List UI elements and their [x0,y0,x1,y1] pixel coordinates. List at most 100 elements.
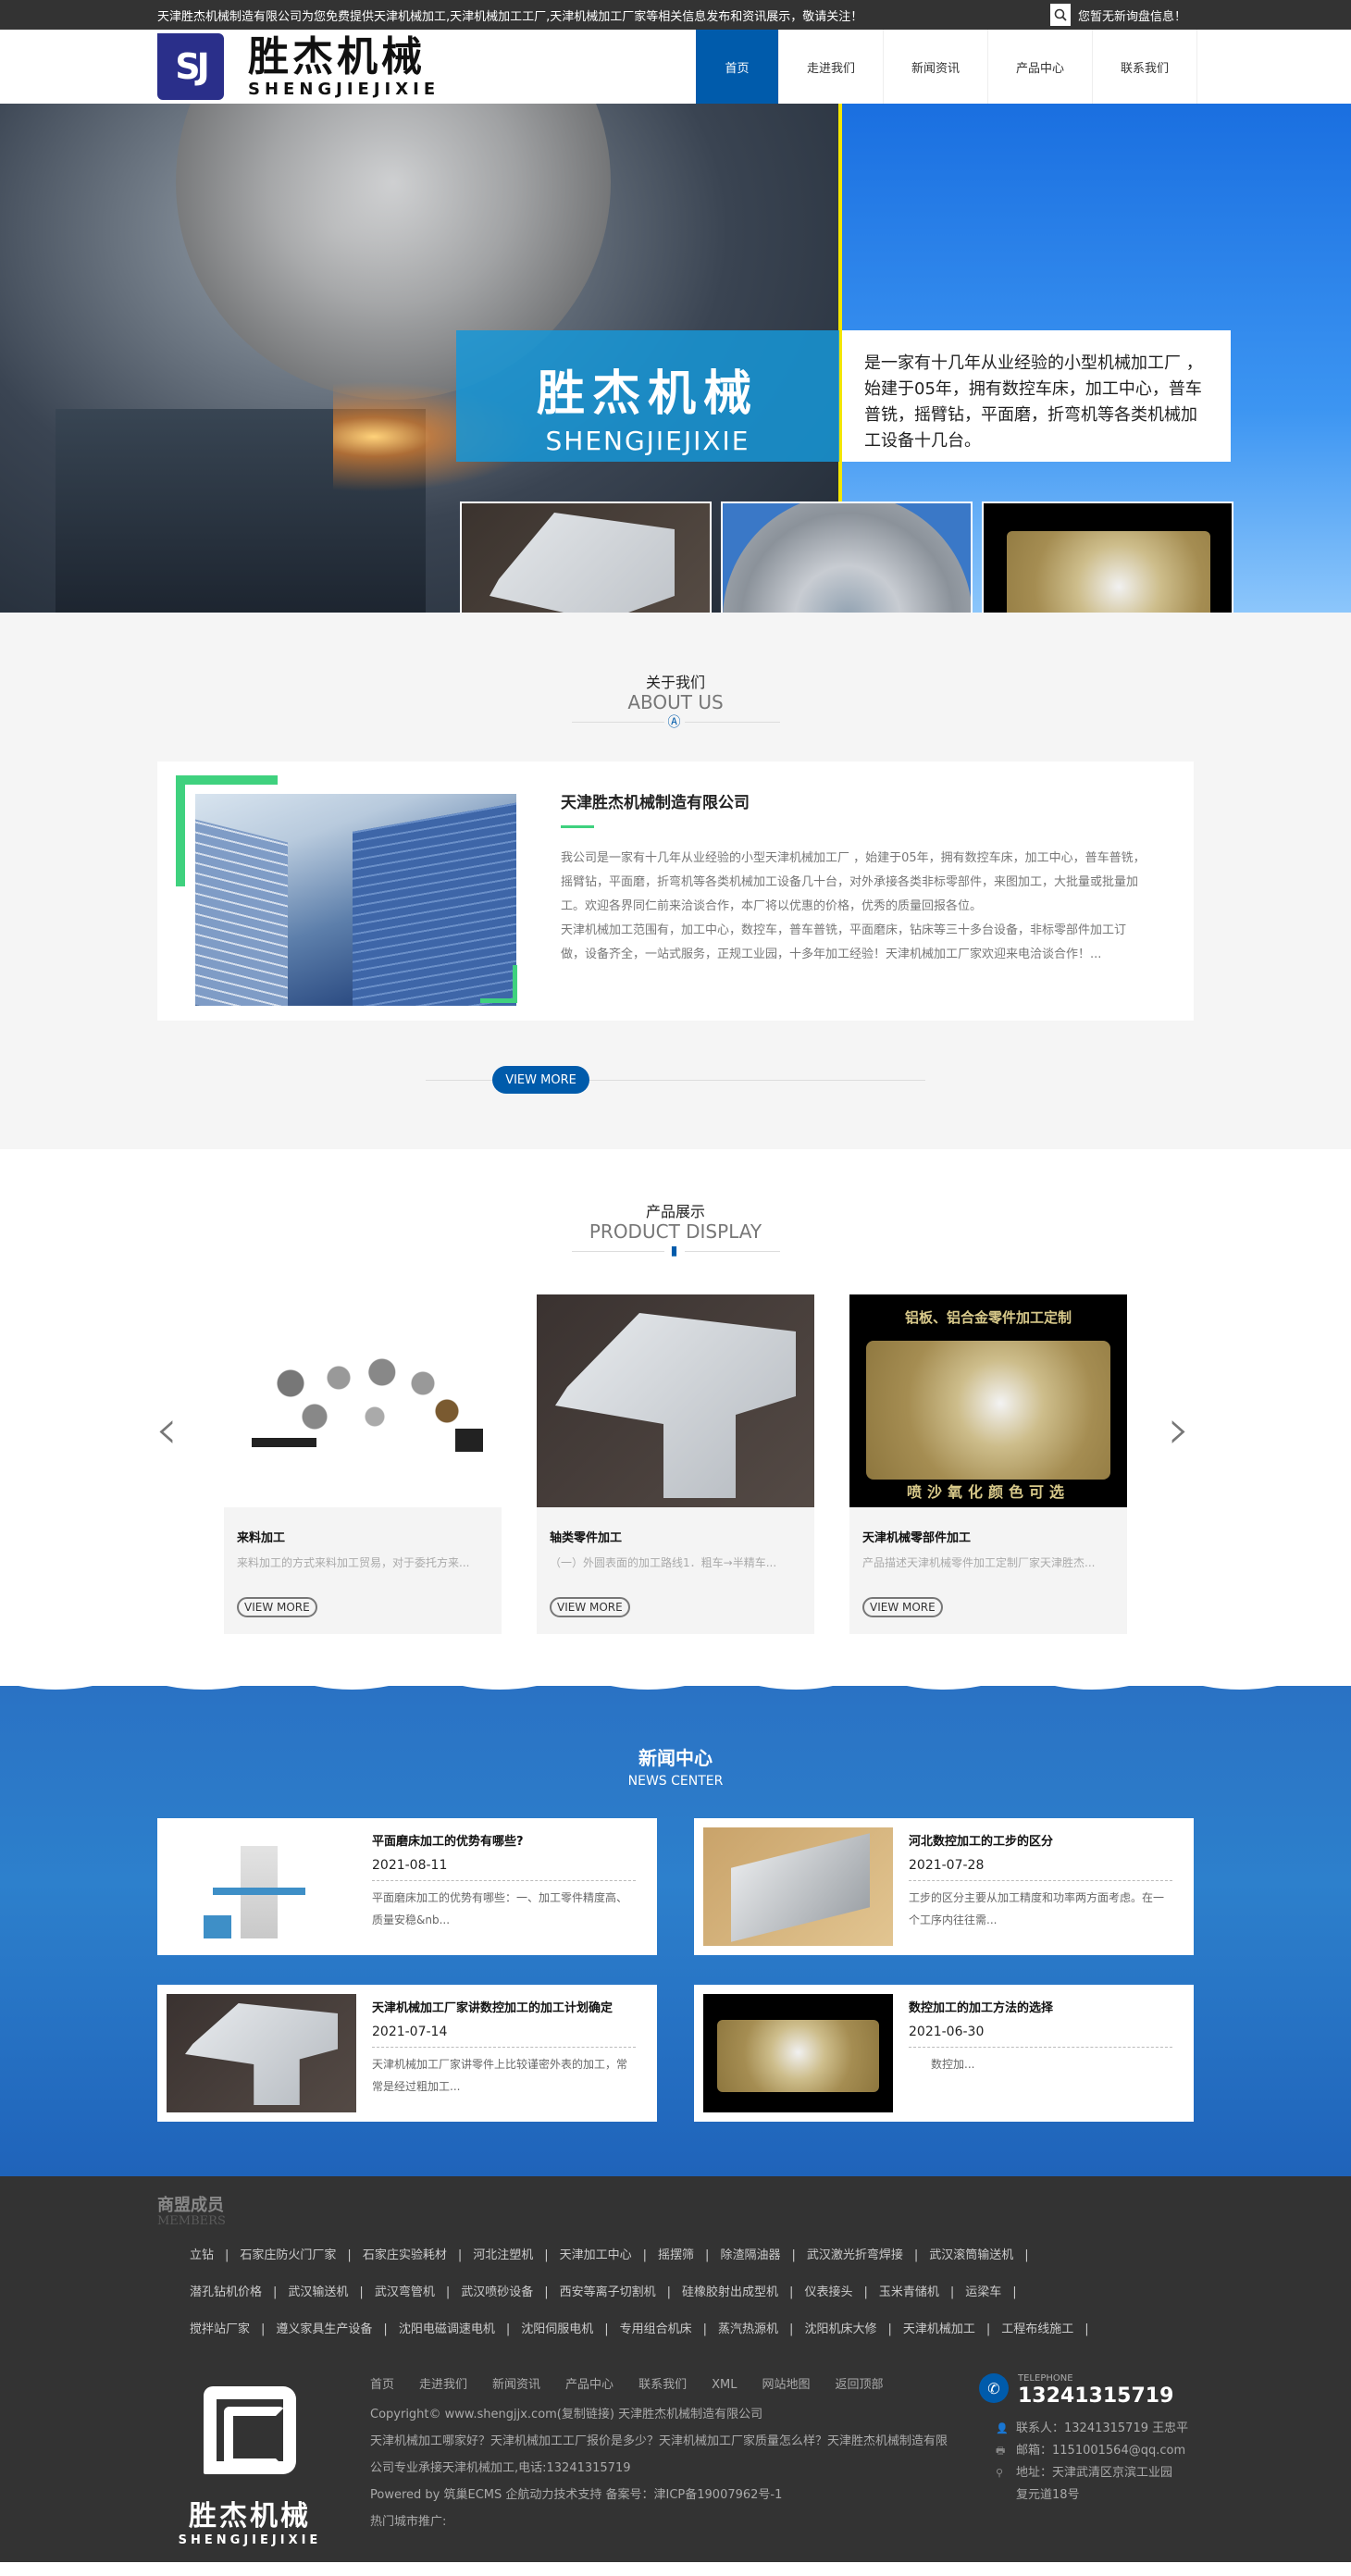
footer-link-news[interactable]: 新闻资讯 [492,2372,540,2399]
inquiry-message[interactable]: 您暂无新询盘信息！ [1078,6,1186,24]
clipboard-icon: ▮ [663,1242,685,1260]
member-link[interactable]: 西安等离子切割机 [560,2285,656,2299]
product-carousel: 来料加工 来料加工的方式来料加工贸易，对于委托方来... VIEW MORE 轴… [224,1294,1127,1634]
product-card[interactable]: 来料加工 来料加工的方式来料加工贸易，对于委托方来... VIEW MORE [224,1294,502,1634]
about-title-cn: 关于我们 [645,674,705,691]
product-name[interactable]: 来料加工 [237,1528,489,1545]
product-card[interactable]: 轴类零件加工 （一）外圆表面的加工路线1．粗车→半精车... VIEW MORE [537,1294,814,1634]
news-item[interactable]: 平面磨床加工的优势有哪些? 2021-08-11 平面磨床加工的优势有哪些：一、… [157,1818,657,1955]
link-separator: | [1012,2285,1017,2299]
nav-home[interactable]: 首页 [696,30,779,104]
nav-news[interactable]: 新闻资讯 [884,30,988,104]
site-logo[interactable]: SJ 胜杰机械 SHENGJIEJIXIE [157,33,696,100]
news-item[interactable]: 河北数控加工的工步的区分 2021-07-28 工步的区分主要从加工精度和功率两… [694,1818,1194,1955]
chevron-right-icon[interactable]: › [1168,1397,1190,1462]
footer: 胜杰机械 SHENGJIEJIXIE 首页 走进我们 新闻资讯 产品中心 联系我… [0,2359,1351,2562]
member-link[interactable]: 河北注塑机 [473,2248,533,2262]
member-link[interactable]: 运梁车 [965,2285,1001,2299]
news-date: 2021-07-14 [372,2025,448,2039]
member-link[interactable]: 天津机械加工 [903,2322,975,2336]
member-link[interactable]: 沈阳电磁调速电机 [399,2322,495,2336]
news-thumbnail[interactable] [167,1994,356,2112]
product-image-caption: 喷沙氧化颜色可选 [906,1483,1070,1501]
footer-logo[interactable]: 胜杰机械 SHENGJIEJIXIE [176,2386,324,2547]
link-separator: | [913,2248,919,2262]
member-link[interactable]: 立钻 [190,2248,214,2262]
member-link[interactable]: 遵义家具生产设备 [276,2322,372,2336]
news-summary: 数控加... [909,2058,975,2071]
member-link[interactable]: 仪表接头 [804,2285,852,2299]
products-title-cn: 产品展示 [645,1203,705,1220]
nav-contact[interactable]: 联系我们 [1093,30,1197,104]
news-thumbnail[interactable] [703,1827,893,1946]
footer-link-products[interactable]: 产品中心 [565,2372,614,2399]
product-view-more-button[interactable]: VIEW MORE [862,1597,943,1617]
search-icon[interactable] [1049,4,1071,26]
link-separator: | [273,2285,278,2299]
link-separator: | [347,2248,352,2262]
news-title-en: NEWS CENTER [627,1774,724,1789]
product-image[interactable]: 喷沙氧化颜色可选 [849,1294,1127,1507]
news-item[interactable]: 数控加工的加工方法的选择 2021-06-30 数控加... [694,1985,1194,2122]
news-item[interactable]: 天津机械加工厂家讲数控加工的加工计划确定 2021-07-14 天津机械加工厂家… [157,1985,657,2122]
view-more-row: VIEW MORE [426,1066,925,1094]
product-name[interactable]: 天津机械零部件加工 [862,1528,1114,1545]
footer-link-xml[interactable]: XML [712,2372,737,2399]
member-link[interactable]: 武汉激光折弯焊接 [807,2248,903,2262]
link-separator: | [863,2285,868,2299]
member-link[interactable]: 潜孔钻机价格 [190,2285,262,2299]
member-link[interactable]: 武汉输送机 [288,2285,348,2299]
news-title[interactable]: 天津机械加工厂家讲数控加工的加工计划确定 [372,1998,636,2015]
about-paragraph-2: 天津机械加工范围有，加工中心，数控车，普车普铣，平面磨床，钻床等三十多台设备，非… [561,923,1127,961]
footer-link-about[interactable]: 走进我们 [419,2372,467,2399]
nav-products[interactable]: 产品中心 [988,30,1093,104]
product-view-more-button[interactable]: VIEW MORE [237,1597,317,1617]
product-image[interactable] [224,1294,502,1507]
member-link[interactable]: 武汉弯管机 [375,2285,435,2299]
contact-email[interactable]: 邮箱：1151001564@qq.com [1016,2440,1185,2462]
member-link[interactable]: 硅橡胶射出成型机 [682,2285,778,2299]
news-thumbnail[interactable] [703,1994,893,2112]
member-link[interactable]: 蒸汽热源机 [718,2322,778,2336]
member-link[interactable]: 沈阳伺服电机 [521,2322,593,2336]
footer-link-home[interactable]: 首页 [370,2372,394,2399]
news-title[interactable]: 数控加工的加工方法的选择 [909,1998,1172,2015]
nav-about[interactable]: 走进我们 [779,30,884,104]
title-divider: ▮ [571,1242,780,1260]
decor-corner [513,965,517,1003]
footer-link-sitemap[interactable]: 网站地图 [762,2372,810,2399]
product-card[interactable]: 喷沙氧化颜色可选 天津机械零部件加工 产品描述天津机械零件加工定制厂家天津胜杰.… [849,1294,1127,1634]
news-date: 2021-07-28 [909,1858,985,1873]
member-link[interactable]: 武汉滚筒输送机 [929,2248,1013,2262]
about-view-more-button[interactable]: VIEW MORE [492,1066,589,1094]
product-name[interactable]: 轴类零件加工 [550,1528,801,1545]
member-link[interactable]: 玉米青储机 [879,2285,939,2299]
member-link-row: 潜孔钻机价格 | 武汉输送机 | 武汉弯管机 | 武汉喷砂设备 | 西安等离子切割机 | 硅橡胶射出… [190,2274,1194,2311]
member-link[interactable]: 工程布线施工 [1001,2322,1073,2336]
member-link[interactable]: 搅拌站厂家 [190,2322,250,2336]
member-link[interactable]: 沈阳机床大修 [804,2322,876,2336]
banner-thumb-aluminum-plate[interactable] [460,502,712,613]
product-image[interactable] [537,1294,814,1507]
member-link[interactable]: 石家庄防火门厂家 [240,2248,336,2262]
member-link[interactable]: 石家庄实验耗材 [363,2248,447,2262]
banner-thumb-brass-housing[interactable] [982,502,1233,613]
member-link[interactable]: 武汉喷砂设备 [461,2285,533,2299]
member-link[interactable]: 专用组合机床 [620,2322,692,2336]
news-thumbnail[interactable] [167,1827,356,1946]
banner-thumbnails [460,502,1233,613]
member-link[interactable]: 除渣隔油器 [720,2248,780,2262]
member-link[interactable]: 摇摆筛 [658,2248,694,2262]
divider [909,1880,1172,1881]
news-title[interactable]: 河北数控加工的工步的区分 [909,1831,1172,1849]
footer-link-back-to-top[interactable]: 返回顶部 [835,2372,883,2399]
product-view-more-button[interactable]: VIEW MORE [550,1597,630,1617]
news-title[interactable]: 平面磨床加工的优势有哪些? [372,1831,636,1849]
telephone-number[interactable]: 13241315719 [1018,2384,1173,2408]
banner-thumb-steel-disc[interactable] [721,502,973,613]
chevron-left-icon[interactable]: ‹ [155,1397,178,1462]
company-name[interactable]: 天津胜杰机械制造有限公司 [561,789,1149,812]
member-link[interactable]: 天津加工中心 [560,2248,632,2262]
footer-link-contact[interactable]: 联系我们 [638,2372,687,2399]
hero-banner[interactable]: 胜杰机械 SHENGJIEJIXIE 是一家有十几年从业经验的小型机械加工厂 ，… [0,104,1351,613]
